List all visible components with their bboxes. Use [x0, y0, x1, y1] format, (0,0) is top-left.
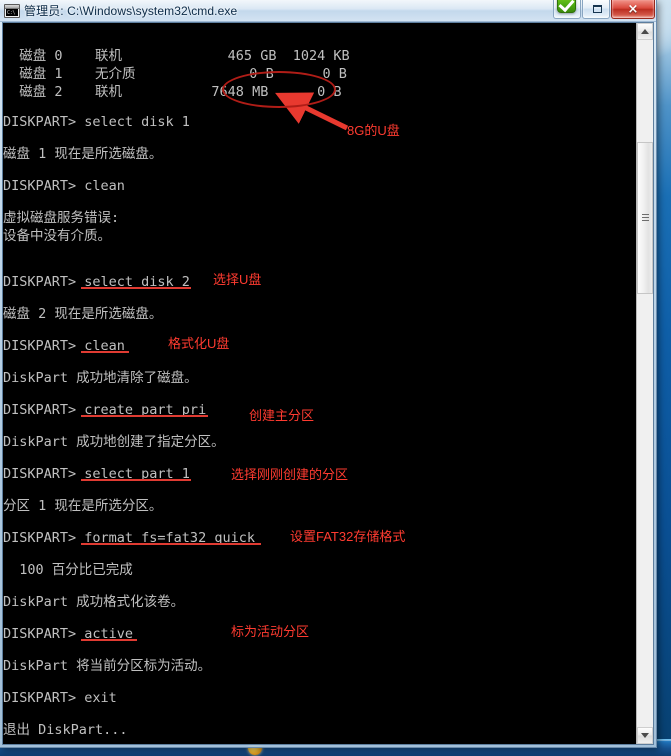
console-line: DISKPART> select disk 2 [3, 274, 190, 290]
cmd-icon: C:\ [4, 3, 20, 18]
console-line: DISKPART> active [3, 626, 134, 642]
console-line: DiskPart 将当前分区标为活动。 [3, 658, 212, 674]
scroll-thumb[interactable] [637, 142, 653, 294]
annotation-note: 格式化U盘 [168, 336, 230, 351]
scroll-thumb-grip-icon [642, 214, 649, 222]
console-line: DISKPART> clean [3, 178, 125, 194]
checkmark-icon [558, 0, 575, 13]
console-line: 设备中没有介质。 [3, 228, 111, 244]
annotation-note: 标为活动分区 [231, 624, 310, 639]
scroll-down-arrow[interactable] [637, 727, 653, 744]
scroll-down-arrow-icon [641, 733, 649, 738]
cmd-window: C:\ 管理员: C:\Windows\system32\cmd.exe × 磁… [0, 0, 657, 748]
annotation-note: 创建主分区 [249, 408, 315, 423]
close-button[interactable]: × [611, 0, 655, 19]
annotation-note: 选择U盘 [213, 272, 262, 287]
console-line: DISKPART> exit [3, 690, 117, 706]
annotation-note: 8G的U盘 [347, 123, 400, 138]
close-icon: × [627, 1, 639, 17]
scroll-up-arrow-icon [641, 29, 649, 34]
console-line: DiskPart 成功格式化该卷。 [3, 594, 185, 610]
console-line: 磁盘 0 联机 465 GB 1024 KB [3, 48, 350, 64]
annotation-note: 设置FAT32存储格式 [290, 529, 406, 544]
console-line: 磁盘 2 联机 7648 MB 0 B [3, 84, 342, 100]
console-line: 磁盘 2 现在是所选磁盘。 [3, 306, 163, 322]
console-line: 虚拟磁盘服务错误: [3, 210, 120, 226]
console-line: DISKPART> format fs=fat32 quick [3, 530, 255, 546]
console-line: DISKPART> select part 1 [3, 466, 190, 482]
console-line: 磁盘 1 无介质 0 B 0 B [3, 66, 347, 82]
console-line: 100 百分比已完成 [3, 562, 133, 578]
console-client-area: 磁盘 0 联机 465 GB 1024 KB 磁盘 1 无介质 0 B 0 B … [2, 22, 654, 745]
console-line: DISKPART> select disk 1 [3, 114, 190, 130]
vertical-scrollbar[interactable] [636, 23, 653, 744]
console-output[interactable]: 磁盘 0 联机 465 GB 1024 KB 磁盘 1 无介质 0 B 0 B … [3, 23, 636, 744]
console-line: DiskPart 成功地清除了磁盘。 [3, 370, 198, 386]
maximize-button[interactable] [582, 0, 610, 19]
window-title-text: 管理员: C:\Windows\system32\cmd.exe [24, 4, 238, 18]
console-line: 磁盘 1 现在是所选磁盘。 [3, 146, 163, 162]
console-line: DISKPART> clean [3, 338, 125, 354]
console-line: 退出 DiskPart... [3, 722, 128, 738]
cmd-icon-screen-text: C:\ [6, 8, 18, 16]
scroll-up-arrow[interactable] [637, 23, 653, 40]
console-line: 分区 1 现在是所选分区。 [3, 498, 163, 514]
console-line: DISKPART> create part pri [3, 402, 207, 418]
console-line: DiskPart 成功地创建了指定分区。 [3, 434, 225, 450]
maximize-icon [593, 5, 602, 13]
annotation-note: 选择刚刚创建的分区 [231, 467, 349, 482]
green-check-badge-icon [557, 0, 576, 13]
